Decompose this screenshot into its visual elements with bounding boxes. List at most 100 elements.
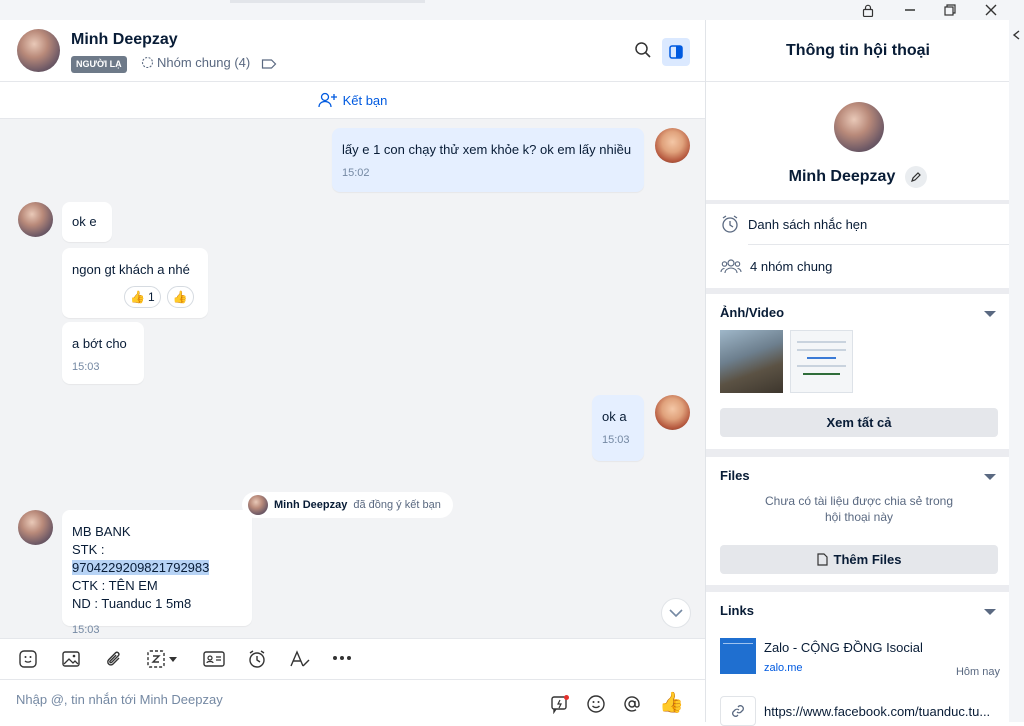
link-domain[interactable]: zalo.me <box>764 662 803 674</box>
system-message: Minh Deepzay đã đồng ý kết bạn <box>242 492 453 518</box>
message-line: MB BANK <box>72 524 131 539</box>
link-title[interactable]: Zalo - CỘNG ĐỒNG Isocial <box>764 640 923 655</box>
reactions: 👍 1 👍 <box>124 286 194 308</box>
tag-icon[interactable] <box>261 57 277 75</box>
add-friend-button[interactable]: Kết bạn <box>0 82 705 119</box>
message-composer: 👍 <box>0 680 705 722</box>
attachment-icon[interactable] <box>104 649 124 669</box>
view-all-media-button[interactable]: Xem tất cả <box>720 408 998 437</box>
quick-message-icon[interactable] <box>550 694 570 719</box>
search-icon[interactable] <box>634 41 652 64</box>
message-time: 15:03 <box>72 624 100 636</box>
contact-avatar[interactable] <box>18 202 53 237</box>
chat-panel: Minh Deepzay NGƯỜI LẠ Nhóm chung (4) Kết… <box>0 20 705 722</box>
edit-name-icon[interactable] <box>905 166 928 188</box>
account-label: STK : <box>72 542 105 557</box>
links-section: Links Zalo - CỘNG ĐỒNG Isocial zalo.me H… <box>706 592 1010 726</box>
title-bar-accent <box>230 0 425 3</box>
mention-icon[interactable] <box>622 694 642 719</box>
message-bubble[interactable]: a bớt cho 15:03 <box>62 322 144 384</box>
group-icon <box>141 56 154 69</box>
message-bubble[interactable]: MB BANK STK : 9704229209821792983 CTK : … <box>62 510 252 636</box>
info-title: Thông tin hội thoại <box>786 42 930 59</box>
contact-card-icon[interactable] <box>203 649 225 669</box>
add-reaction-button[interactable]: 👍 <box>166 286 194 308</box>
sticker-icon[interactable] <box>18 649 38 669</box>
file-icon <box>816 553 828 566</box>
shortcuts-section: Danh sách nhắc hẹn 4 nhóm chung <box>706 204 1010 288</box>
message-time: 15:03 <box>72 361 100 373</box>
media-section: Ảnh/Video Xem tất cả <box>706 294 1010 449</box>
media-thumbnail[interactable] <box>790 330 853 393</box>
contact-name[interactable]: Minh Deepzay <box>71 31 178 49</box>
screenshot-icon[interactable] <box>146 649 177 669</box>
message-time: 15:03 <box>602 434 630 446</box>
files-section: Files Chưa có tài liệu được chia sẻ tron… <box>706 457 1010 585</box>
message-text: a bớt cho <box>72 336 127 351</box>
conversation-info-panel: Thông tin hội thoại Minh Deepzay Danh sá… <box>705 20 1010 726</box>
scrollbar[interactable] <box>1009 20 1024 722</box>
common-groups-label: Nhóm chung (4) <box>157 55 251 70</box>
link-thumbnail[interactable] <box>720 638 756 674</box>
close-icon[interactable] <box>978 2 1004 18</box>
minimize-icon[interactable] <box>897 2 923 18</box>
add-files-label: Thêm Files <box>833 552 902 567</box>
system-message-name: Minh Deepzay <box>274 499 348 511</box>
info-header: Thông tin hội thoại <box>706 20 1010 82</box>
reaction-count-button[interactable]: 👍 1 <box>124 286 161 308</box>
message-bubble[interactable]: ok a 15:03 <box>592 395 644 461</box>
collapse-caret-icon[interactable] <box>984 311 996 317</box>
message-line: STK : 9704229209821792983 <box>72 541 242 577</box>
contact-avatar[interactable] <box>18 510 53 545</box>
text-format-icon[interactable] <box>289 649 311 669</box>
message-text: ok e <box>72 214 97 229</box>
reminder-list-item[interactable]: Danh sách nhắc hẹn <box>720 214 867 234</box>
more-icon[interactable] <box>332 655 352 661</box>
common-groups-item[interactable]: 4 nhóm chung <box>720 258 832 274</box>
add-friend-icon <box>317 92 337 108</box>
link-time: Hôm nay <box>955 666 1000 678</box>
message-bubble[interactable]: lấy e 1 con chạy thử xem khỏe k? ok em l… <box>332 128 644 192</box>
message-bubble[interactable]: ok e <box>62 202 112 242</box>
lock-icon[interactable] <box>855 2 881 18</box>
profile-name-row: Minh Deepzay <box>706 166 1010 188</box>
message-text: ngon gt khách a nhé <box>72 262 190 277</box>
window-title-bar <box>0 0 1024 20</box>
reminder-list-label: Danh sách nhắc hẹn <box>748 216 868 232</box>
thumbs-up-send-icon[interactable]: 👍 <box>659 690 684 715</box>
avatar[interactable] <box>17 29 60 72</box>
message-text: lấy e 1 con chạy thử xem khỏe k? ok em l… <box>342 142 632 157</box>
chevron-left-icon[interactable] <box>1012 30 1021 40</box>
link-title[interactable]: https://www.facebook.com/tuanduc.tu... <box>764 704 990 719</box>
collapse-caret-icon[interactable] <box>984 474 996 480</box>
message-line: CTK : TÊN EM <box>72 578 158 593</box>
alarm-clock-icon <box>722 215 738 233</box>
system-message-text: đã đồng ý kết bạn <box>353 499 441 511</box>
info-panel-toggle-icon[interactable] <box>662 38 690 66</box>
media-title[interactable]: Ảnh/Video <box>720 305 784 320</box>
add-files-button[interactable]: Thêm Files <box>720 545 998 574</box>
media-thumbnail[interactable] <box>720 330 783 393</box>
my-avatar[interactable] <box>655 128 690 163</box>
profile-avatar[interactable] <box>834 102 884 152</box>
my-avatar[interactable] <box>655 395 690 430</box>
composer-toolbar <box>0 638 705 680</box>
files-title[interactable]: Files <box>720 468 750 483</box>
links-title[interactable]: Links <box>720 603 754 618</box>
common-groups-link[interactable]: Nhóm chung (4) <box>141 55 250 70</box>
restore-icon[interactable] <box>937 2 963 18</box>
chevron-down-icon[interactable] <box>169 656 177 662</box>
thumbs-up-icon: 👍 <box>130 290 145 304</box>
reaction-count: 1 <box>147 290 155 304</box>
collapse-caret-icon[interactable] <box>984 609 996 615</box>
message-text: ok a <box>602 409 627 424</box>
add-friend-label: Kết bạn <box>342 92 388 108</box>
divider <box>748 244 1010 245</box>
image-icon[interactable] <box>61 649 81 669</box>
files-empty-text: Chưa có tài liệu được chia sẻ trong hội … <box>764 494 954 524</box>
scroll-down-button[interactable] <box>661 598 691 628</box>
message-input[interactable] <box>16 692 536 707</box>
chat-header: Minh Deepzay NGƯỜI LẠ Nhóm chung (4) <box>0 20 705 82</box>
reminder-icon[interactable] <box>247 649 267 669</box>
emoji-icon[interactable] <box>586 694 606 719</box>
